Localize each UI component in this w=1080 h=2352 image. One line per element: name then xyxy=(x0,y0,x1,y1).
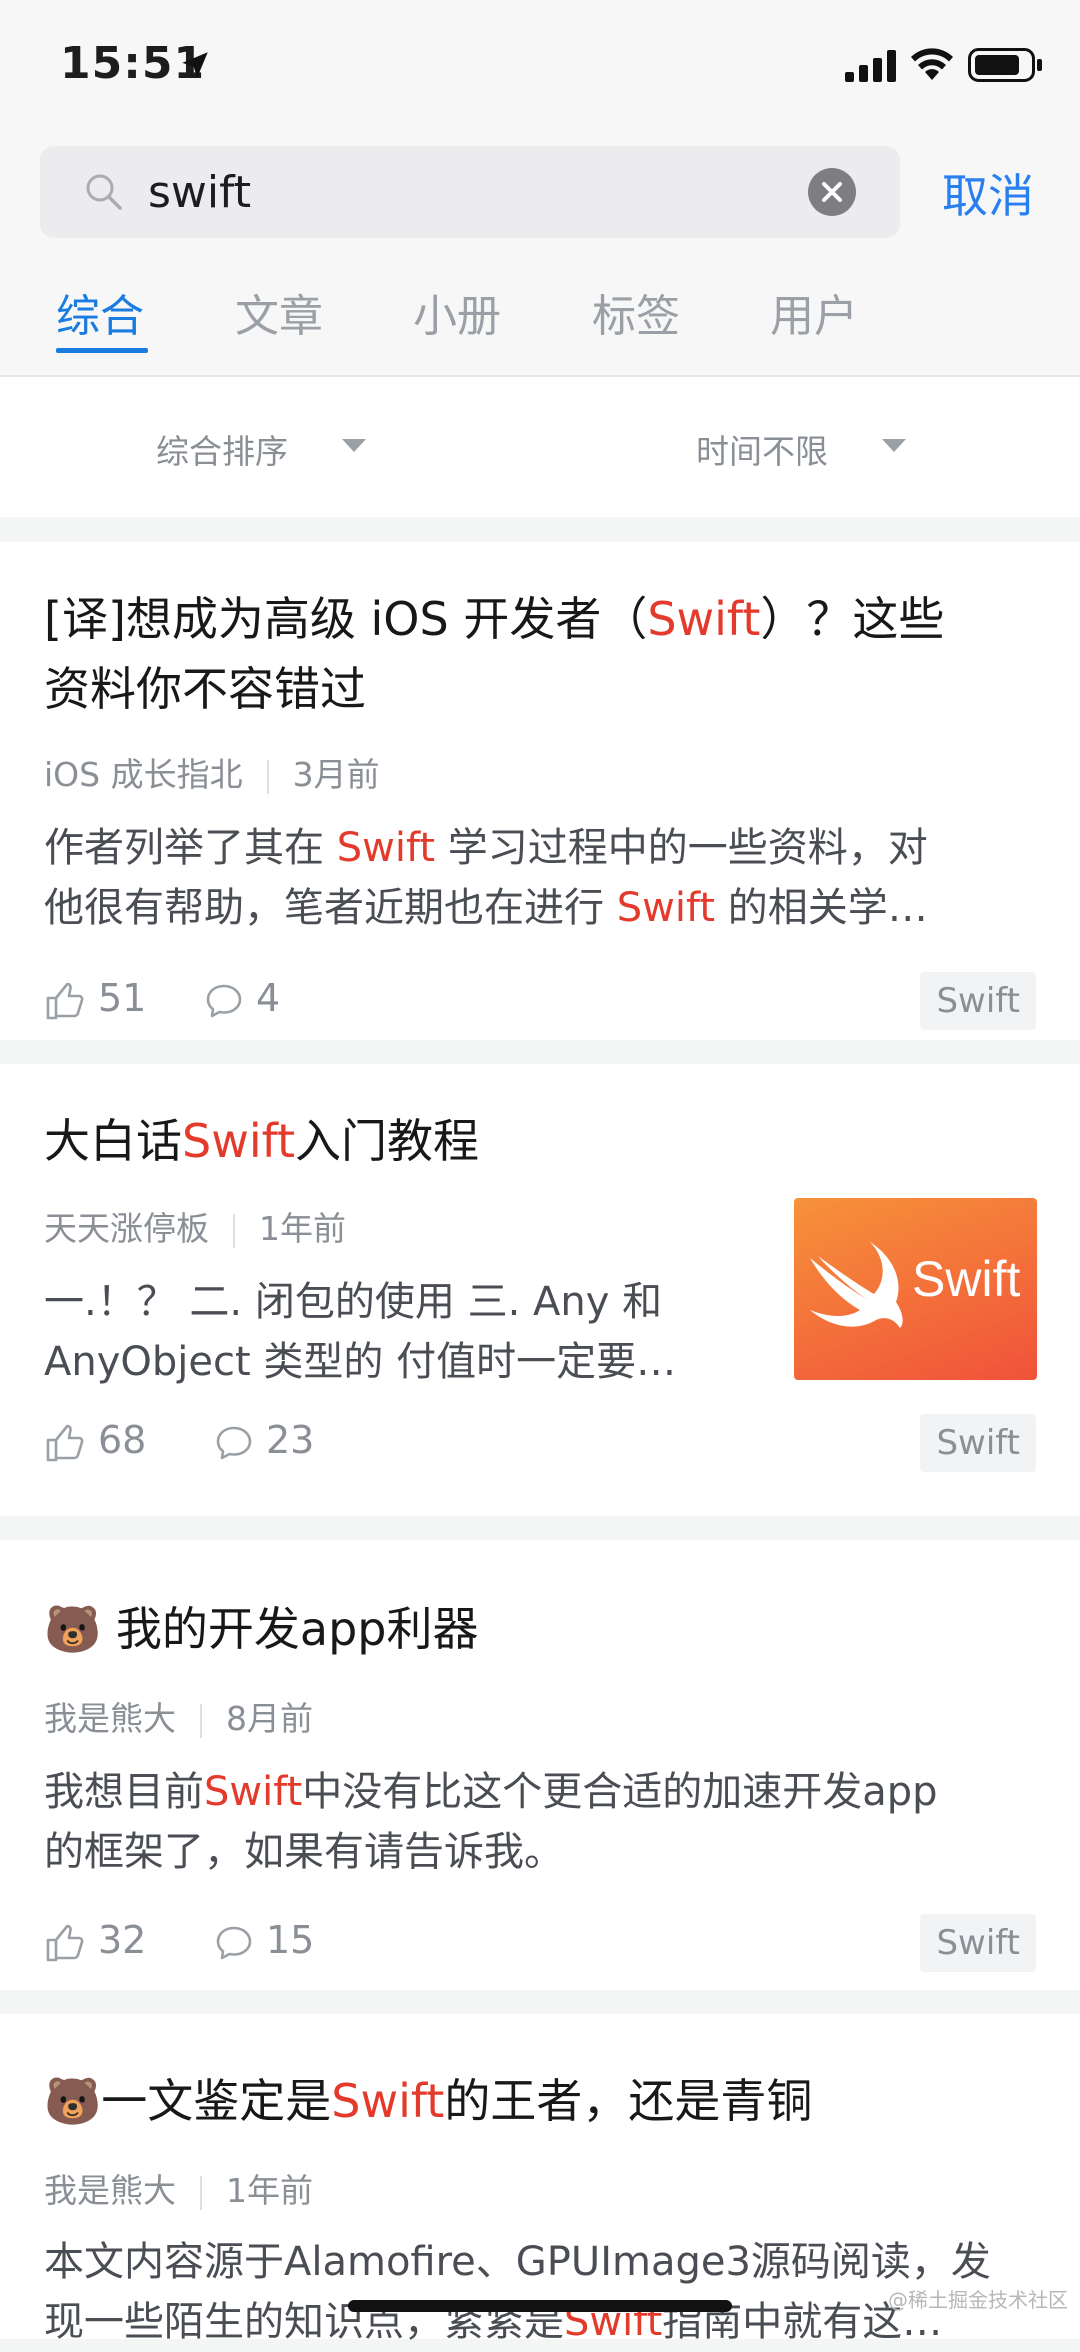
tab-all[interactable]: 综合 xyxy=(56,280,144,344)
like-button[interactable]: 68 xyxy=(44,1418,146,1464)
search-box[interactable] xyxy=(40,146,900,238)
tab-articles[interactable]: 文章 xyxy=(235,280,323,344)
watermark: @稀土掘金技术社区 xyxy=(888,2288,1068,2312)
author-name[interactable]: 天天涨停板 xyxy=(44,1209,209,1248)
article-card[interactable]: 🐻 我的开发app利器 我是熊大 8月前 我想目前Swift中没有比这个更合适的加… xyxy=(0,1540,1080,1990)
thumbnail-label: Swift xyxy=(912,1251,1021,1307)
article-tag[interactable]: Swift xyxy=(920,1914,1036,1972)
author-name[interactable]: iOS 成长指北 xyxy=(44,755,243,794)
like-button[interactable]: 32 xyxy=(44,1918,146,1964)
swift-logo-icon xyxy=(810,1242,903,1328)
tab-tags[interactable]: 标签 xyxy=(592,280,680,344)
home-indicator[interactable] xyxy=(348,2300,732,2312)
comment-icon xyxy=(206,984,242,1017)
thumbs-up-icon xyxy=(46,1424,84,1461)
comment-icon xyxy=(216,1926,252,1959)
post-time: 1年前 xyxy=(259,1209,346,1248)
time-dropdown-arrow-icon[interactable] xyxy=(882,439,906,452)
article-title[interactable]: 🐻 我的开发app利器 xyxy=(44,1594,478,1664)
like-button[interactable]: 51 xyxy=(44,976,146,1022)
article-title[interactable]: [译]想成为高级 iOS 开发者（Swift）？这些 资料你不容错过 xyxy=(44,584,944,724)
wifi-icon xyxy=(911,48,953,80)
article-title[interactable]: 大白话Swift入门教程 xyxy=(44,1106,479,1176)
divider xyxy=(200,1703,202,1738)
article-thumbnail[interactable]: Swift xyxy=(794,1198,1037,1380)
article-excerpt: 本文内容源于Alamofire、GPUImage3源码阅读，发 现一些陌生的知识… xyxy=(44,2239,991,2345)
article-meta: 我是熊大 8月前 xyxy=(44,1692,313,1740)
divider xyxy=(266,759,269,794)
article-tag[interactable]: Swift xyxy=(920,1414,1036,1472)
article-excerpt: 作者列举了其在 Swift 学习过程中的一些资料，对 他很有帮助，笔者近期也在进… xyxy=(44,825,928,931)
time-filter[interactable]: 时间不限 xyxy=(696,425,828,473)
thumbs-up-icon xyxy=(46,1924,84,1961)
article-card[interactable]: 大白话Swift入门教程 天天涨停板 1年前 一.！？ 二. 闭包的使用 三. A… xyxy=(0,1064,1080,1516)
post-time: 3月前 xyxy=(292,755,380,794)
article-tag[interactable]: Swift xyxy=(920,972,1036,1030)
article-title[interactable]: 🐻一文鉴定是Swift的王者，还是青铜 xyxy=(44,2066,812,2136)
location-arrow-icon xyxy=(182,52,208,78)
tab-users[interactable]: 用户 xyxy=(770,280,858,344)
status-bar: 15:51 xyxy=(0,0,1080,130)
cellular-signal-icon xyxy=(845,50,896,82)
thumbs-up-icon xyxy=(46,982,84,1019)
clear-search-button[interactable] xyxy=(808,168,856,216)
active-tab-indicator xyxy=(56,348,148,353)
search-tabs: 综合 文章 小册 标签 用户 xyxy=(0,280,1080,375)
author-name[interactable]: 我是熊大 xyxy=(44,1699,176,1738)
search-input[interactable] xyxy=(148,160,828,224)
comment-button[interactable]: 4 xyxy=(204,976,280,1021)
filter-bar: 综合排序 时间不限 xyxy=(0,377,1080,517)
article-card[interactable]: [译]想成为高级 iOS 开发者（Swift）？这些 资料你不容错过 iOS 成… xyxy=(0,542,1080,1040)
search-icon xyxy=(86,174,122,210)
tab-booklets[interactable]: 小册 xyxy=(413,280,501,344)
sort-filter[interactable]: 综合排序 xyxy=(156,425,288,473)
divider xyxy=(200,2175,202,2210)
post-time: 8月前 xyxy=(226,1699,313,1738)
cancel-button[interactable]: 取消 xyxy=(942,160,1034,226)
search-header: 取消 综合 文章 小册 标签 用户 xyxy=(0,130,1080,377)
article-excerpt: 一.！？ 二. 闭包的使用 三. Any 和 AnyObject 类型的 付值时… xyxy=(44,1279,677,1385)
comment-button[interactable]: 15 xyxy=(214,1918,314,1963)
article-meta: iOS 成长指北 3月前 xyxy=(44,748,380,796)
article-meta: 天天涨停板 1年前 xyxy=(44,1202,346,1250)
article-excerpt: 我想目前Swift中没有比这个更合适的加速开发app 的框架了，如果有请告诉我。 xyxy=(44,1769,938,1875)
divider xyxy=(233,1213,235,1248)
author-name[interactable]: 我是熊大 xyxy=(44,2171,176,2210)
article-meta: 我是熊大 1年前 xyxy=(44,2164,313,2212)
close-icon xyxy=(822,182,842,202)
sort-dropdown-arrow-icon[interactable] xyxy=(342,439,366,452)
comment-icon xyxy=(216,1426,252,1459)
battery-icon xyxy=(968,48,1042,82)
post-time: 1年前 xyxy=(226,2171,313,2210)
comment-button[interactable]: 23 xyxy=(214,1418,314,1463)
